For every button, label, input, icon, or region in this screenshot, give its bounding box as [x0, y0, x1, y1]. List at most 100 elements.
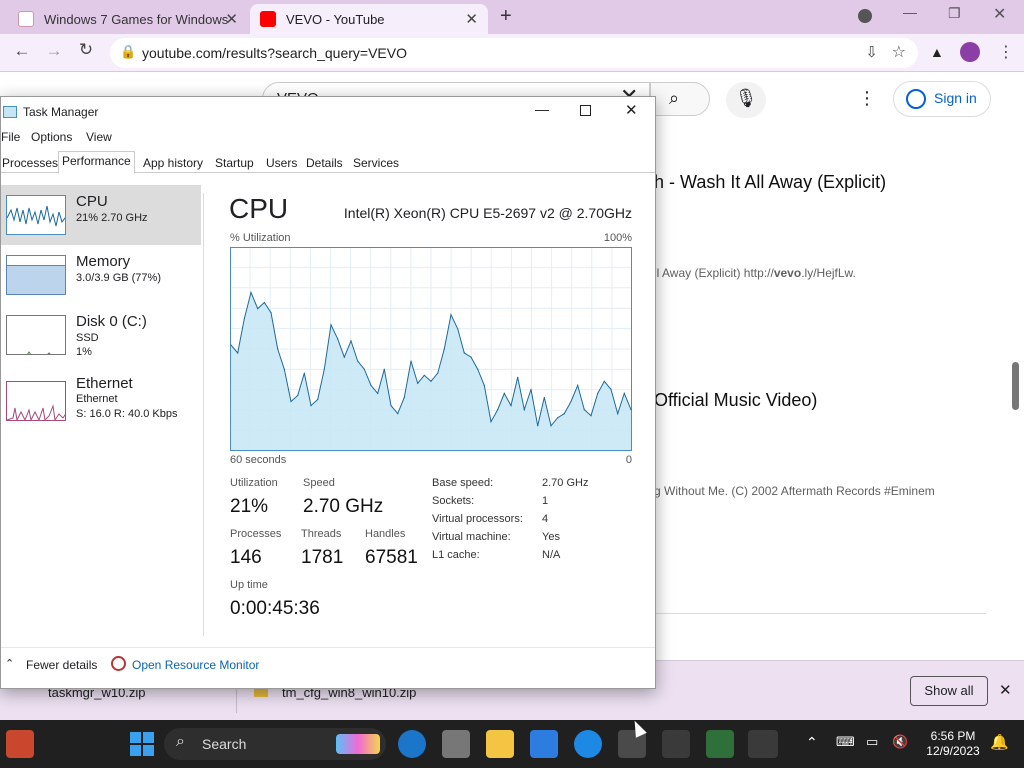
cpu-data-point [417, 382, 419, 384]
sidebar-sub: 1% [76, 346, 92, 358]
file-explorer-icon[interactable] [486, 730, 514, 758]
sidebar-item-cpu[interactable]: CPU 21% 2.70 GHz [1, 185, 201, 245]
clock[interactable]: 6:56 PM 12/9/2023 [920, 729, 986, 759]
sidebar-item-ethernet[interactable]: Ethernet Ethernet S: 16.0 R: 40.0 Kbps [1, 371, 201, 431]
menu-options[interactable]: Options [31, 130, 72, 144]
cpu-data-point [277, 348, 279, 350]
notification-bell-icon[interactable]: 🔔 [990, 733, 1009, 751]
close-icon[interactable]: ✕ [625, 101, 638, 119]
tab-startup[interactable]: Startup [211, 153, 258, 173]
video-title[interactable]: Official Music Video) [654, 390, 817, 411]
tab-performance[interactable]: Performance [58, 151, 135, 174]
edge-browser-icon[interactable] [398, 730, 426, 758]
cpu-data-point [377, 392, 379, 394]
sidebar-item-memory[interactable]: Memory 3.0/3.9 GB (77%) [1, 245, 201, 305]
reload-icon[interactable]: ↻ [74, 40, 98, 60]
minimize-icon[interactable]: — [535, 101, 549, 117]
taskbar-search[interactable]: ⌕ Search [164, 728, 386, 760]
close-tab-icon[interactable]: ✕ [225, 10, 238, 28]
desc-tail: .ly/HejfLw. [801, 266, 856, 280]
cpu-data-point [390, 405, 392, 407]
sidebar-sub: Ethernet [76, 393, 118, 405]
extensions-icon[interactable]: ▲ [930, 44, 944, 60]
cpu-data-point [330, 324, 332, 326]
maximize-icon[interactable] [580, 105, 591, 116]
clock-date: 12/9/2023 [926, 744, 980, 758]
windows-games-favicon-icon [18, 11, 34, 27]
sign-in-button[interactable]: Sign in [893, 81, 991, 117]
browser-tab-active[interactable]: VEVO - YouTube ✕ [250, 4, 488, 34]
cpu-data-point [317, 398, 319, 401]
cpu-data-point [363, 368, 365, 370]
task-view-icon[interactable] [442, 730, 470, 758]
fewer-details-link[interactable]: Fewer details [26, 658, 97, 672]
sidebar-item-disk[interactable]: Disk 0 (C:) SSD 1% [1, 305, 201, 365]
task-manager-taskbar-icon[interactable] [748, 730, 778, 758]
menu-file[interactable]: File [1, 130, 20, 144]
bookmark-star-icon[interactable]: ☆ [892, 42, 906, 62]
new-tab-button[interactable]: + [500, 5, 512, 28]
browser-tab[interactable]: Windows 7 Games for Windows ✕ [8, 4, 248, 34]
menu-view[interactable]: View [86, 130, 112, 144]
cpu-data-point [297, 394, 299, 397]
tab-services[interactable]: Services [349, 153, 403, 173]
cpu-data-point [263, 301, 265, 304]
close-downloads-icon[interactable]: ✕ [999, 681, 1012, 699]
close-tab-icon[interactable]: ✕ [465, 10, 478, 28]
cpu-data-point [450, 314, 452, 316]
cpu-data-point [503, 392, 505, 394]
remote-desktop-icon[interactable] [706, 730, 734, 758]
volume-muted-icon[interactable]: 🔇 [892, 734, 908, 750]
forward-icon[interactable]: → [42, 41, 66, 61]
microsoft-store-icon[interactable] [530, 730, 558, 758]
restore-window-icon[interactable]: ❐ [948, 5, 961, 22]
stat-handles: 67581 [365, 547, 418, 568]
tab-search-icon[interactable] [858, 9, 872, 23]
start-button[interactable] [130, 732, 154, 756]
cpu-data-point [603, 380, 605, 382]
address-bar[interactable]: 🔒 youtube.com/results?search_query=VEVO … [110, 38, 918, 68]
stat-label: Handles [365, 528, 406, 540]
task-manager-titlebar[interactable]: Task Manager — ✕ [1, 97, 655, 127]
install-app-icon[interactable]: ⇩ [865, 43, 878, 61]
network-icon[interactable]: ▭ [866, 734, 878, 750]
profile-avatar-icon[interactable] [960, 42, 980, 62]
cpu-data-point [523, 409, 525, 411]
open-resource-monitor-link[interactable]: Open Resource Monitor [132, 658, 259, 672]
chrome-menu-icon[interactable]: ⋮ [998, 42, 1014, 62]
detail-key: L1 cache: [432, 549, 480, 561]
tab-details[interactable]: Details [302, 153, 347, 173]
browser-tabstrip: Windows 7 Games for Windows ✕ VEVO - You… [0, 0, 1024, 34]
sidebar-sub: 3.0/3.9 GB (77%) [76, 272, 161, 284]
tab-users[interactable]: Users [262, 153, 301, 173]
back-icon[interactable]: ← [10, 41, 34, 61]
sidebar-name: Disk 0 (C:) [76, 313, 147, 330]
cpu-data-point [437, 372, 439, 374]
chevron-up-icon[interactable]: ⌃ [5, 657, 14, 670]
footer-divider [1, 647, 655, 648]
close-window-icon[interactable]: ✕ [993, 4, 1006, 24]
page-scrollbar-thumb[interactable] [1012, 362, 1019, 410]
youtube-settings-icon[interactable]: ⋮ [858, 88, 876, 109]
show-hidden-icons-icon[interactable]: ⌃ [806, 734, 818, 751]
tab-app-history[interactable]: App history [139, 153, 207, 173]
widgets-icon[interactable] [6, 730, 34, 758]
tab-processes[interactable]: Processes [0, 153, 62, 173]
util-axis-max: 100% [603, 232, 632, 244]
show-all-button[interactable]: Show all [910, 676, 988, 706]
detail-key: Sockets: [432, 495, 475, 507]
desc-bold: vevo [773, 266, 802, 280]
cpu-data-point [477, 368, 479, 370]
resource-monitor-icon [111, 656, 126, 671]
video-title[interactable]: h - Wash It All Away (Explicit) [654, 172, 886, 193]
cpu-data-point [430, 380, 432, 382]
voice-search-icon[interactable]: 🎙 [726, 82, 766, 118]
ethernet-thumbnail-graph [6, 381, 66, 421]
chrome-icon[interactable] [574, 730, 602, 758]
task-manager-app-icon [3, 106, 17, 118]
keyboard-icon[interactable]: ⌨ [836, 734, 855, 750]
cpu-data-point [537, 425, 539, 427]
snipping-tool-icon[interactable] [662, 730, 690, 758]
youtube-search-button[interactable]: ⌕ [650, 82, 710, 116]
minimize-window-icon[interactable]: — [903, 4, 917, 20]
